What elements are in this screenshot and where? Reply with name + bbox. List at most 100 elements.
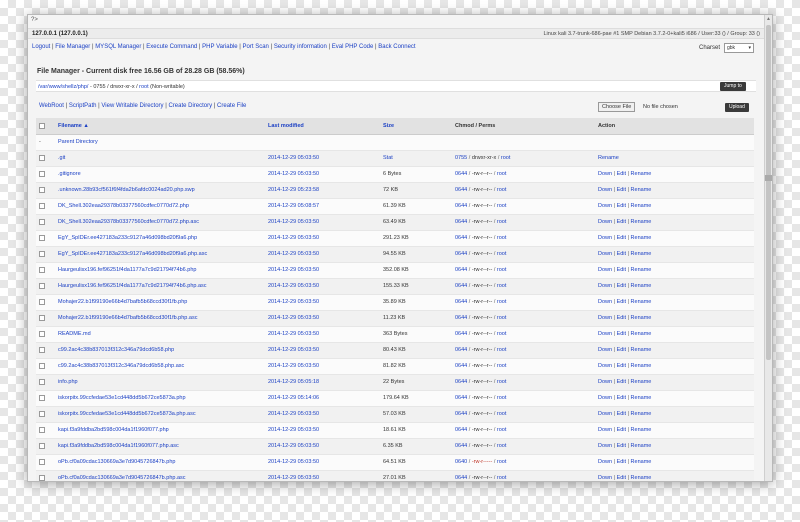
row-checkbox[interactable] — [39, 202, 45, 209]
action-link[interactable]: Down — [598, 395, 612, 401]
file-mode-link[interactable]: 0640 — [455, 459, 467, 465]
action-link[interactable]: Rename — [631, 267, 652, 273]
file-name-link[interactable]: EgY_SpIDEr.ee427183a233c9127a46d098bd20f… — [58, 246, 268, 263]
file-owner-link[interactable]: root — [497, 171, 506, 177]
file-mode-link[interactable]: 0644 — [455, 331, 467, 337]
file-name-link[interactable]: c99.2ac4c38b837013f312c346a79dcd6b58.php — [58, 342, 268, 359]
path-owner-link[interactable]: root — [139, 84, 148, 90]
action-link[interactable]: Edit — [617, 267, 626, 273]
upload-button[interactable]: Upload — [725, 103, 749, 112]
row-checkbox[interactable] — [39, 330, 45, 337]
action-link[interactable]: Edit — [617, 251, 626, 257]
file-name-link[interactable]: README.md — [58, 326, 268, 343]
action-link[interactable]: Down — [598, 299, 612, 305]
file-mode-link[interactable]: 0644 — [455, 363, 467, 369]
row-checkbox[interactable] — [39, 250, 45, 257]
menu-item[interactable]: Eval PHP Code — [332, 44, 374, 50]
file-mode-link[interactable]: 0644 — [455, 219, 467, 225]
action-link[interactable]: Down — [598, 171, 612, 177]
vertical-scrollbar[interactable]: ▲ — [764, 15, 772, 481]
file-owner-link[interactable]: root — [497, 411, 506, 417]
filename-header[interactable]: Filename ▲ — [58, 118, 268, 135]
action-link[interactable]: Edit — [617, 411, 626, 417]
file-mode-link[interactable]: 0644 — [455, 379, 467, 385]
action-link[interactable]: Rename — [631, 235, 652, 241]
file-name-link[interactable]: Haurgeulisx196.fef96251f4da1177a7c9d2179… — [58, 278, 268, 295]
file-name-link[interactable]: oPb.cf0a09cdac130669a3e7d9045726847b.php — [58, 454, 268, 471]
action-link[interactable]: Down — [598, 459, 612, 465]
row-checkbox[interactable] — [39, 442, 45, 449]
row-checkbox[interactable] — [39, 266, 45, 273]
resize-grip-icon[interactable] — [765, 175, 772, 181]
file-name-link[interactable]: .unknown.28b93cf561f6f4fda2b6afdc0024ad2… — [58, 182, 268, 199]
menu-item[interactable]: Execute Command — [146, 44, 197, 50]
file-name-link[interactable]: EgY_SpIDEr.ee427183a233c9127a46d098bd20f… — [58, 230, 268, 247]
action-link[interactable]: Edit — [617, 363, 626, 369]
action-link[interactable]: Rename — [631, 475, 652, 481]
tool-link[interactable]: ScriptPath — [69, 103, 97, 109]
action-link[interactable]: Edit — [617, 347, 626, 353]
action-link[interactable]: Edit — [617, 235, 626, 241]
file-owner-link[interactable]: root — [497, 315, 506, 321]
dir-stat-link[interactable]: Stat — [383, 150, 455, 167]
action-link[interactable]: Down — [598, 203, 612, 209]
file-mode-link[interactable]: 0644 — [455, 475, 467, 481]
action-link[interactable]: Rename — [631, 459, 652, 465]
action-link[interactable]: Edit — [617, 331, 626, 337]
modified-header[interactable]: Last modified — [268, 118, 383, 135]
file-name-link[interactable]: oPb.cf0a09cdac130669a3e7d9045726847b.php… — [58, 470, 268, 481]
file-mode-link[interactable]: 0644 — [455, 171, 467, 177]
file-mode-link[interactable]: 0644 — [455, 315, 467, 321]
menu-item[interactable]: File Manager — [55, 44, 90, 50]
choose-file-button[interactable]: Choose File — [598, 102, 636, 112]
file-name-link[interactable]: iskorpitx.99ccfedae53e1cd448dd5b672ce587… — [58, 406, 268, 423]
action-link[interactable]: Rename — [631, 411, 652, 417]
file-mode-link[interactable]: 0644 — [455, 427, 467, 433]
file-mode-link[interactable]: 0644 — [455, 251, 467, 257]
row-checkbox[interactable] — [39, 378, 45, 385]
row-checkbox[interactable] — [39, 170, 45, 177]
row-checkbox[interactable] — [39, 458, 45, 465]
jump-to-button[interactable]: Jump to — [720, 82, 746, 91]
file-mode-link[interactable]: 0644 — [455, 235, 467, 241]
row-checkbox[interactable] — [39, 298, 45, 305]
file-owner-link[interactable]: root — [497, 267, 506, 273]
action-link[interactable]: Down — [598, 219, 612, 225]
file-mode-link[interactable]: 0644 — [455, 187, 467, 193]
file-name-link[interactable]: Mohajer22.b1f99190e66b4d7bafb5b68ccd30f1… — [58, 294, 268, 311]
row-checkbox[interactable] — [39, 474, 45, 481]
action-link[interactable]: Edit — [617, 171, 626, 177]
charset-select[interactable]: gbk ▾ — [724, 43, 754, 53]
file-owner-link[interactable]: root — [497, 443, 506, 449]
file-owner-link[interactable]: root — [497, 363, 506, 369]
file-owner-link[interactable]: root — [497, 475, 506, 481]
action-link[interactable]: Edit — [617, 379, 626, 385]
scroll-thumb[interactable] — [766, 25, 771, 360]
action-link[interactable]: Edit — [617, 459, 626, 465]
action-link[interactable]: Edit — [617, 443, 626, 449]
action-link[interactable]: Down — [598, 315, 612, 321]
action-link[interactable]: Rename — [631, 395, 652, 401]
file-mode-link[interactable]: 0644 — [455, 395, 467, 401]
file-name-link[interactable]: iskorpitx.99ccfedae53e1cd448dd5b672ce587… — [58, 390, 268, 407]
scroll-up-arrow-icon[interactable]: ▲ — [766, 17, 771, 22]
dir-name-link[interactable]: .git — [58, 150, 268, 167]
action-link[interactable]: Edit — [617, 203, 626, 209]
action-link[interactable]: Down — [598, 331, 612, 337]
action-link[interactable]: Rename — [631, 379, 652, 385]
tool-link[interactable]: View Writable Directory — [101, 103, 163, 109]
row-checkbox[interactable] — [39, 394, 45, 401]
action-link[interactable]: Down — [598, 427, 612, 433]
action-link[interactable]: Down — [598, 443, 612, 449]
action-link[interactable]: Rename — [631, 347, 652, 353]
row-checkbox[interactable] — [39, 218, 45, 225]
file-name-link[interactable]: kapi.f3a9fddba2bd598c004da1f1960f077.php — [58, 422, 268, 439]
row-checkbox[interactable] — [39, 282, 45, 289]
file-owner-link[interactable]: root — [497, 251, 506, 257]
parent-directory-link[interactable]: Parent Directory — [58, 134, 754, 151]
row-checkbox[interactable] — [39, 186, 45, 193]
row-checkbox[interactable] — [39, 346, 45, 353]
file-name-link[interactable]: DK_Shell.302eaa29378b03377560cdfec0770d7… — [58, 198, 268, 215]
file-mode-link[interactable]: 0644 — [455, 347, 467, 353]
file-name-link[interactable]: c99.2ac4c38b837013f312c346a79dcd6b58.php… — [58, 358, 268, 375]
